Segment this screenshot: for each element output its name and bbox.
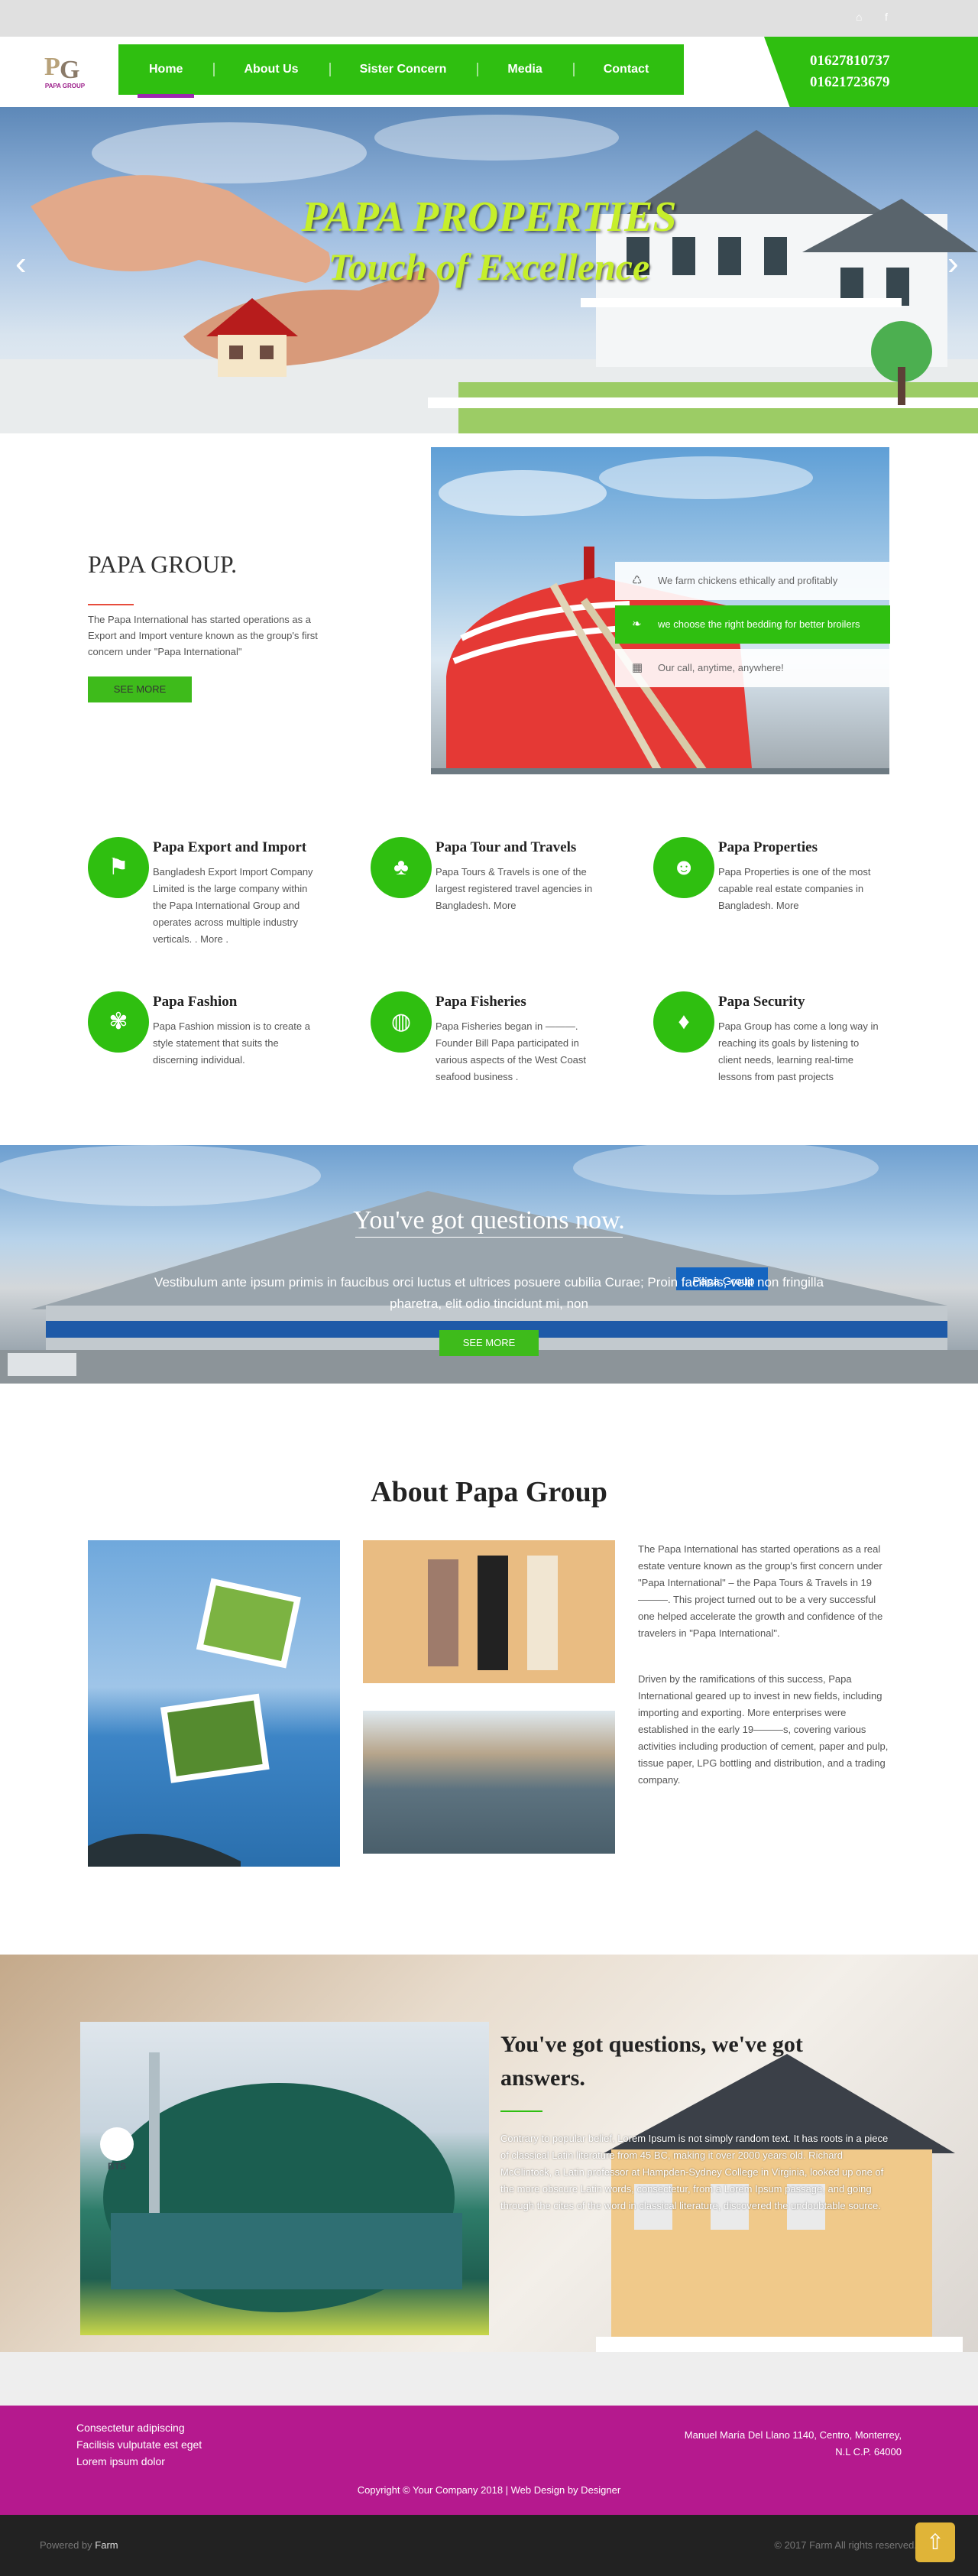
fashion-photo [363, 1540, 615, 1683]
intro-see-more-button[interactable]: SEE MORE [88, 676, 192, 702]
logo[interactable]: P G PAPA GROUP [40, 44, 90, 95]
nav-sister-concern[interactable]: Sister Concern [329, 44, 478, 95]
intro-text: The Papa International has started opera… [88, 614, 318, 657]
phone-numbers: 01627810737 01621723679 [810, 50, 890, 93]
footer-links: Consectetur adipiscing Facilisis vulputa… [76, 2419, 202, 2470]
hero-slider: PAPA PROPERTIES Touch of Excellence ‹ › [0, 107, 978, 433]
feature-label: We farm chickens ethically and profitabl… [658, 575, 838, 586]
back-to-top-button[interactable]: ⇧ [915, 2522, 955, 2562]
fisheries-photo [363, 1711, 615, 1854]
answers-title: You've got questions, we've got answers. [500, 2032, 803, 2091]
answers-section: BTS You've got questions, we've got answ… [0, 1955, 978, 2406]
service-title[interactable]: Papa Fashion [153, 994, 237, 1011]
svg-text:G: G [60, 56, 79, 84]
travel-photo [88, 1540, 340, 1867]
nav-about-us[interactable]: About Us [213, 44, 329, 95]
service-text: Bangladesh Export Import Company Limited… [153, 866, 313, 945]
service-title[interactable]: Papa Export and Import [153, 839, 306, 856]
nav-media[interactable]: Media [477, 44, 572, 95]
facebook-icon[interactable]: f [885, 11, 888, 23]
main-nav: Home About Us Sister Concern Media Conta… [118, 44, 684, 98]
top-bar: ⌂ f [0, 0, 978, 37]
about-para-2: Driven by the ramifications of this succ… [638, 1673, 889, 1786]
about-title: About Papa Group [371, 1476, 607, 1508]
service-text: Papa Tours & Travels is one of the large… [436, 866, 593, 911]
globe-icon: ◍ [371, 991, 432, 1053]
intro-divider [88, 604, 134, 605]
service-title[interactable]: Papa Properties [718, 839, 818, 856]
nav-home[interactable]: Home [118, 44, 213, 98]
flag-icon: ⚑ [88, 837, 149, 898]
powered-prefix: Powered by [40, 2539, 92, 2551]
about-para-1: The Papa International has started opera… [638, 1543, 883, 1639]
footer-copyright: Copyright © Your Company 2018 | Web Desi… [357, 2484, 621, 2496]
leaf-icon: ❧ [632, 618, 642, 631]
recycle-icon: ♺ [632, 574, 643, 587]
footer-link[interactable]: Facilisis vulputate est eget [76, 2436, 202, 2453]
feature-item-2[interactable]: ❧ we choose the right bedding for better… [615, 605, 890, 644]
biogas-plant-photo: BTS [80, 2022, 489, 2335]
answers-divider [500, 2110, 542, 2112]
service-title[interactable]: Papa Tour and Travels [436, 839, 576, 856]
service-text: Papa Fashion mission is to create a styl… [153, 1020, 310, 1066]
footer-address: Manuel María Del Llano 1140, Centro, Mon… [596, 2427, 902, 2461]
bottom-bar: Powered by Farm © 2017 Farm All rights r… [0, 2515, 978, 2576]
hero-subtitle: Touch of Excellence [328, 245, 650, 288]
home-icon[interactable]: ⌂ [856, 11, 862, 23]
all-rights: © 2017 Farm All rights reserved. [774, 2539, 917, 2551]
phone-1[interactable]: 01627810737 [810, 50, 890, 72]
service-title[interactable]: Papa Security [718, 994, 805, 1011]
drop-icon: ♦ [653, 991, 714, 1053]
questions-divider [355, 1237, 623, 1238]
service-text: Papa Group has come a long way in reachi… [718, 1020, 879, 1082]
warehouse-sign: Papa Group [692, 1275, 755, 1288]
powered-link[interactable]: Farm [95, 2539, 118, 2551]
footer-link[interactable]: Consectetur adipiscing [76, 2419, 202, 2436]
service-text: Papa Properties is one of the most capab… [718, 866, 871, 911]
pagelines-icon: ✾ [88, 991, 149, 1053]
plant-label: BTS [108, 2161, 126, 2172]
nav-contact[interactable]: Contact [572, 44, 680, 95]
powered-by: Powered by Farm [40, 2539, 118, 2551]
footer-link[interactable]: Lorem ipsum dolor [76, 2453, 202, 2470]
service-text: Papa Fisheries began in ———. Founder Bil… [436, 1020, 587, 1082]
footer: Consectetur adipiscing Facilisis vulputa… [0, 2406, 978, 2515]
questions-banner: You've got questions now. Vestibulum ant… [0, 1145, 978, 1384]
calendar-icon: ▦ [632, 661, 643, 674]
feature-item-3[interactable]: ▦ Our call, anytime, anywhere! [615, 649, 890, 687]
feature-item-1[interactable]: ♺ We farm chickens ethically and profita… [615, 562, 890, 600]
svg-text:P: P [44, 53, 60, 81]
tree-icon: ♣ [371, 837, 432, 898]
intro-title: PAPA GROUP. [88, 550, 238, 578]
slider-next-arrow[interactable]: › [947, 245, 959, 283]
service-title[interactable]: Papa Fisheries [436, 994, 526, 1011]
address-line-1: Manuel María Del Llano 1140, Centro, Mon… [684, 2429, 902, 2441]
logo-text: PAPA GROUP [44, 83, 86, 89]
questions-see-more-button[interactable]: SEE MORE [439, 1330, 539, 1356]
phone-2[interactable]: 01621723679 [810, 72, 890, 93]
hero-title: PAPA PROPERTIES [301, 193, 677, 241]
group-icon: ☻ [653, 837, 714, 898]
feature-label: we choose the right bedding for better b… [658, 618, 860, 630]
questions-title: You've got questions now. [353, 1206, 625, 1234]
feature-label: Our call, anytime, anywhere! [658, 662, 784, 673]
slider-prev-arrow[interactable]: ‹ [15, 245, 27, 283]
answers-text: Contrary to popular belief, Lorem Ipsum … [500, 2133, 889, 2211]
address-line-2: N.L C.P. 64000 [835, 2446, 902, 2458]
